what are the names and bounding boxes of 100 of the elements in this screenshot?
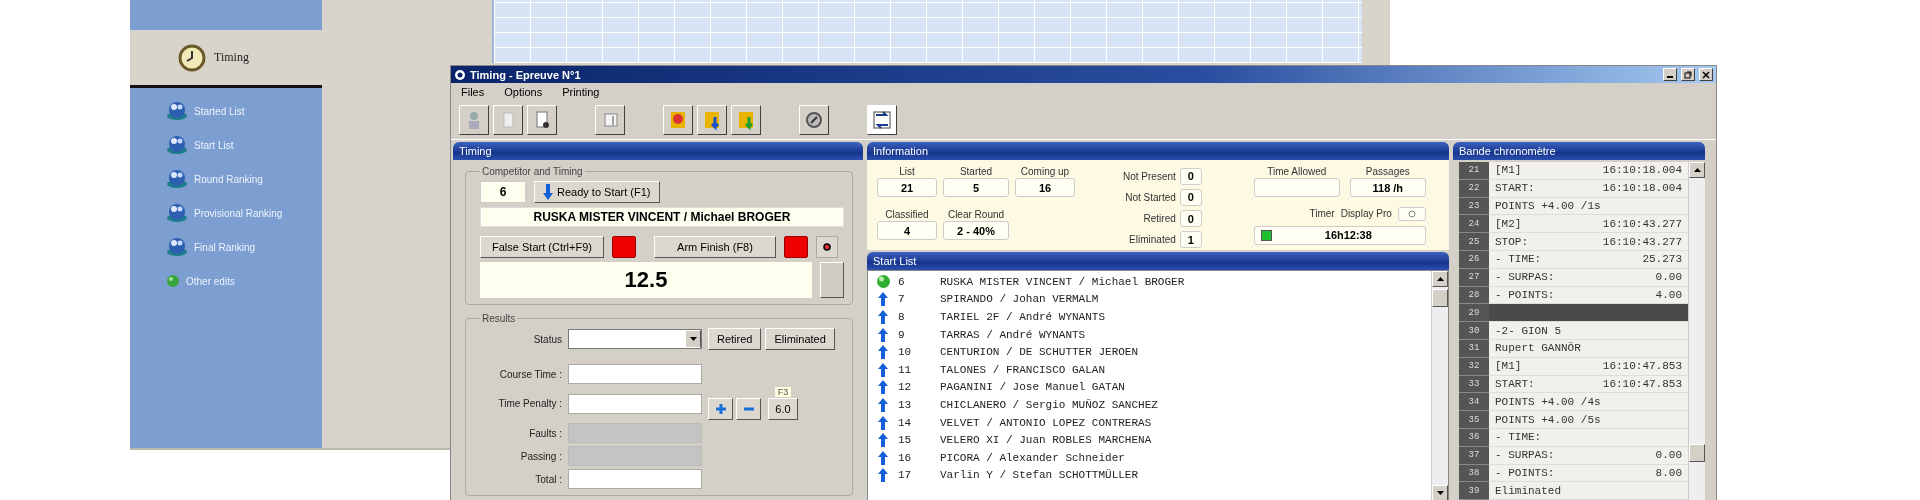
record-button[interactable] [816,236,838,258]
list-row[interactable]: 10 CENTURION / DE SCHUTTER JEROEN [868,343,1431,361]
restore-button[interactable] [1681,68,1695,81]
restore-icon [1684,70,1692,79]
scroll-thumb[interactable] [1689,444,1705,462]
log-text: - SURPAS: [1495,449,1555,462]
app-icon [454,68,466,81]
list-row[interactable]: 9 TARRAS / André WYNANTS [868,325,1431,344]
counter-label: Coming up [1020,166,1070,177]
toolbar-button[interactable] [663,104,693,135]
scrollbar[interactable] [1688,162,1705,500]
timer-value: 16h12:38 [1323,229,1373,242]
competitor-name: PAGANINI / Jose Manuel GATAN [940,381,1125,394]
toolbar-button[interactable] [697,104,727,135]
list-row[interactable]: 13 CHICLANERO / Sergio MUÑOZ SANCHEZ [868,396,1431,414]
list-row[interactable]: 7 SPIRANDO / Johan VERMALM [868,290,1431,309]
log-text: [M2] [1495,217,1522,230]
competitor-name: RUSKA MISTER VINCENT / Michael BROGER [480,207,844,227]
counter-label: Not Started [1124,191,1176,203]
input-field[interactable] [568,393,702,414]
counter-value: 21 [877,178,937,197]
scrollbar[interactable] [1431,271,1448,500]
start-number: 9 [898,328,906,341]
ready-button[interactable]: Ready to Start (F1) [534,181,660,203]
scroll-thumb[interactable] [1432,289,1448,307]
start-number: 15 [898,434,913,447]
line-number: 25 [1459,233,1489,251]
menu-item[interactable]: Options [504,85,543,98]
toolbar-button[interactable] [493,104,523,135]
list-row[interactable]: 15 VELERO XI / Juan ROBLES MARCHENA [868,431,1431,449]
eliminated-button[interactable]: Eliminated [765,328,835,350]
menu-item[interactable]: Files [461,85,485,98]
competitor-name: TARIEL 2F / André WYNANTS [940,311,1106,323]
field-label: Total : [534,473,562,485]
time-display: 12.5 [480,262,812,298]
window-title: Timing - Epreuve N°1 [470,68,581,81]
timer-label: Timer [1309,208,1335,220]
close-button[interactable] [1699,68,1713,81]
plus-button[interactable] [708,398,733,420]
false-start-button[interactable]: False Start (Ctrl+F9) [480,236,604,258]
close-icon [1702,70,1710,79]
number-field[interactable]: 6 [480,181,526,203]
display-label: Display Pro [1340,208,1392,220]
arm-finish-button[interactable]: Arm Finish (F8) [654,236,776,258]
field-label: Passing : [519,450,562,462]
plus-icon [714,403,727,415]
list-row[interactable]: 12 PAGANINI / Jose Manuel GATAN [868,378,1431,397]
menu-item[interactable]: Printing [562,85,600,98]
log-text: START: [1495,377,1535,390]
list-row[interactable]: 11 TALONES / FRANCISCO GALAN [868,360,1431,379]
input-field[interactable] [568,364,702,384]
list-row[interactable]: 6 RUSKA MISTER VINCENT / Michael BROGER [868,273,1431,291]
down-arrow-icon [543,184,553,200]
retired-button[interactable]: Retired [708,328,762,350]
list-row[interactable]: 8 TARIEL 2F / André WYNANTS [868,308,1431,326]
toolbar-button[interactable] [459,104,489,135]
up-caret-icon [1693,168,1701,172]
list-row[interactable]: 17 Varlin Y / Stefan SCHOTTMÜLLER [868,466,1431,485]
log-text: STOP: [1495,235,1528,248]
log-value: 8.00 [1655,466,1682,479]
status-dropdown[interactable] [568,329,702,349]
counter-value: 118 /h [1349,178,1426,197]
group-title: Competitor and Timing [482,166,583,177]
counter-label: Not Present [1123,170,1176,182]
toolbar-button[interactable] [527,104,557,135]
counter-label: Started [959,166,993,177]
display-toggle[interactable] [1397,207,1426,221]
line-number: 29 [1459,304,1489,323]
log-value: 16:10:43.277 [1602,217,1682,230]
panel-title: Timing [459,145,492,157]
log-text: - POINTS: [1495,288,1555,301]
log-value: 16:10:18.004 [1602,164,1682,177]
side-button[interactable] [820,262,844,298]
counter-value: 4 [877,221,937,240]
field-label: Course Time : [498,368,562,380]
competitor-name: RUSKA MISTER VINCENT / Michael BROGER [940,275,1185,288]
input-field[interactable] [568,469,702,489]
competitor-name: VELVET / ANTONIO LOPEZ CONTRERAS [940,416,1152,429]
counter-value: 5 [943,178,1009,197]
section-title[interactable]: Timing [214,50,249,65]
toolbar-button[interactable] [799,104,829,135]
penalty-button[interactable]: 6.0 [768,398,798,420]
start-number: 7 [898,293,906,306]
log-text: -2- GION 5 [1495,324,1561,337]
status-light [612,236,636,258]
list-row[interactable]: 14 VELVET / ANTONIO LOPEZ CONTRERAS [868,413,1431,432]
minimize-button[interactable] [1663,68,1677,81]
counter-label: Time Allowed [1267,166,1327,177]
toolbar-button[interactable] [867,104,897,135]
competitor-name: CENTURION / DE SCHUTTER JEROEN [940,346,1139,359]
minus-button[interactable] [736,398,761,420]
toolbar-button[interactable] [595,104,625,135]
field-label: Faults : [528,427,562,439]
start-number: 13 [898,398,913,411]
clock-icon [178,43,206,72]
toolbar-button[interactable] [731,104,761,135]
line-number: 30 [1459,322,1489,340]
start-number: 11 [898,363,913,376]
log-text: Eliminated [1495,484,1561,497]
list-row[interactable]: 16 PICORA / Alexander Schneider [868,448,1431,467]
